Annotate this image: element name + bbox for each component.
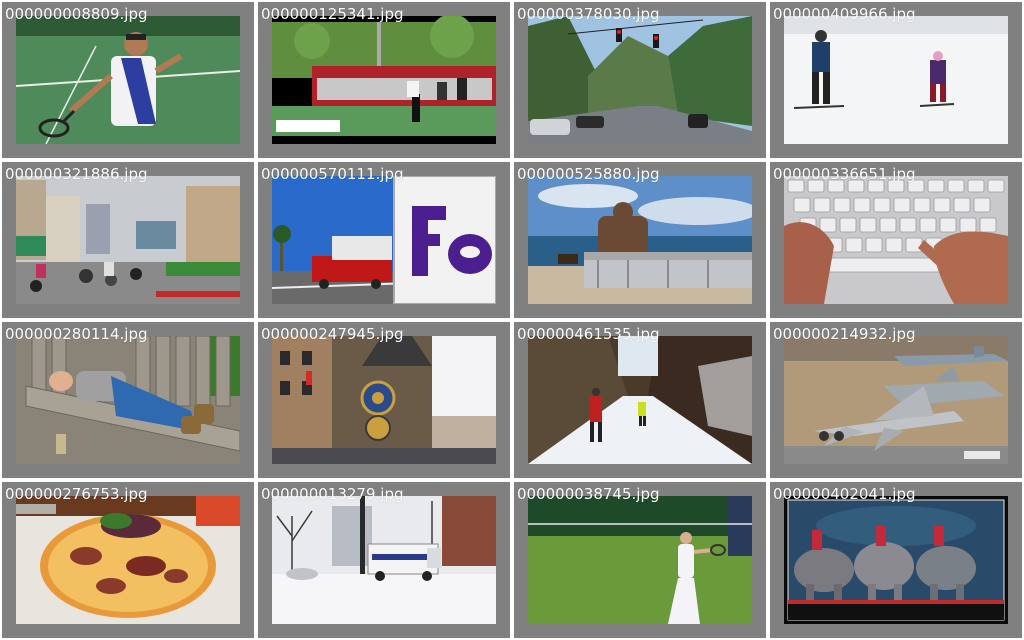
image-thumbnail-tennis-player: [16, 16, 240, 144]
image-thumbnail-astronomical-clock: [272, 336, 496, 464]
image-filename: 000000125341.jpg: [261, 5, 404, 23]
image-tile[interactable]: 000000214932.jpg: [770, 322, 1022, 478]
image-thumbnail-busy-city-street: [16, 176, 240, 304]
image-filename: 000000570111.jpg: [261, 165, 404, 183]
image-filename: 000000214932.jpg: [773, 325, 916, 343]
image-filename: 000000461535.jpg: [517, 325, 660, 343]
image-filename: 000000038745.jpg: [517, 485, 660, 503]
image-filename: 000000336651.jpg: [773, 165, 916, 183]
image-filename: 000000378030.jpg: [517, 5, 660, 23]
image-grid: 000000008809.jpg 000000125341.jpg 000000…: [0, 0, 1024, 640]
image-filename: 000000247945.jpg: [261, 325, 404, 343]
image-thumbnail-circus-elephants: [784, 496, 1008, 624]
image-thumbnail-tennis-court-broadcast: [272, 16, 496, 144]
image-filename: 000000321886.jpg: [5, 165, 148, 183]
image-tile[interactable]: 000000321886.jpg: [2, 162, 254, 318]
image-tile[interactable]: 000000402041.jpg: [770, 482, 1022, 638]
image-tile[interactable]: 000000247945.jpg: [258, 322, 510, 478]
image-tile[interactable]: 000000336651.jpg: [770, 162, 1022, 318]
image-tile[interactable]: 000000378030.jpg: [514, 2, 766, 158]
image-thumbnail-fedex-truck: [272, 176, 496, 304]
image-thumbnail-fighter-jets: [784, 336, 1008, 464]
image-filename: 000000525880.jpg: [517, 165, 660, 183]
image-thumbnail-snowy-street-truck: [272, 496, 496, 624]
image-tile[interactable]: 000000570111.jpg: [258, 162, 510, 318]
image-tile[interactable]: 000000008809.jpg: [2, 2, 254, 158]
image-thumbnail-cross-country-skiers: [528, 336, 752, 464]
image-tile[interactable]: 000000013279.jpg: [258, 482, 510, 638]
image-tile[interactable]: 000000525880.jpg: [514, 162, 766, 318]
image-thumbnail-tennis-player-grass: [528, 496, 752, 624]
image-thumbnail-statue-on-bench-by-sea: [528, 176, 752, 304]
image-tile[interactable]: 000000409966.jpg: [770, 2, 1022, 158]
image-filename: 000000402041.jpg: [773, 485, 916, 503]
image-thumbnail-man-sleeping-on-bench: [16, 336, 240, 464]
image-filename: 000000276753.jpg: [5, 485, 148, 503]
image-tile[interactable]: 000000038745.jpg: [514, 482, 766, 638]
image-thumbnail-skiers-on-snow: [784, 16, 1008, 144]
image-thumbnail-street-with-traffic-light: [528, 16, 752, 144]
image-filename: 000000008809.jpg: [5, 5, 148, 23]
image-thumbnail-pizza: [16, 496, 240, 624]
image-tile[interactable]: 000000276753.jpg: [2, 482, 254, 638]
image-thumbnail-hands-on-keyboard: [784, 176, 1008, 304]
image-filename: 000000013279.jpg: [261, 485, 404, 503]
image-tile[interactable]: 000000280114.jpg: [2, 322, 254, 478]
image-filename: 000000409966.jpg: [773, 5, 916, 23]
image-filename: 000000280114.jpg: [5, 325, 148, 343]
image-tile[interactable]: 000000461535.jpg: [514, 322, 766, 478]
image-tile[interactable]: 000000125341.jpg: [258, 2, 510, 158]
